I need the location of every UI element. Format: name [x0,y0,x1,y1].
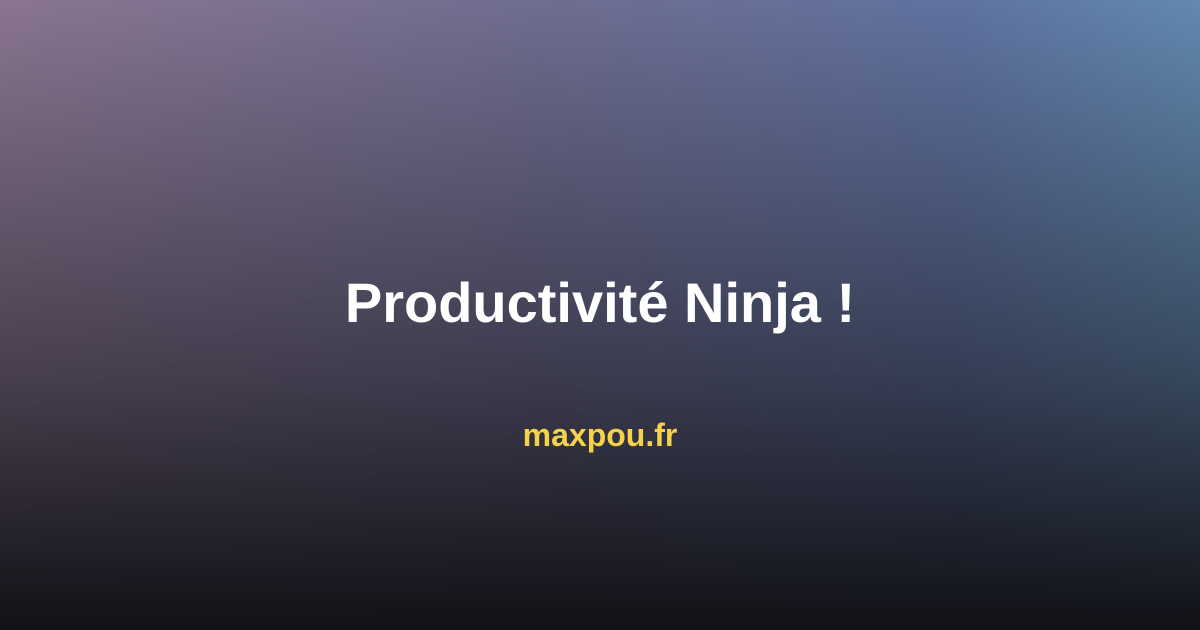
page-title: Productivité Ninja ! [344,271,856,334]
site-domain: maxpou.fr [522,417,678,453]
